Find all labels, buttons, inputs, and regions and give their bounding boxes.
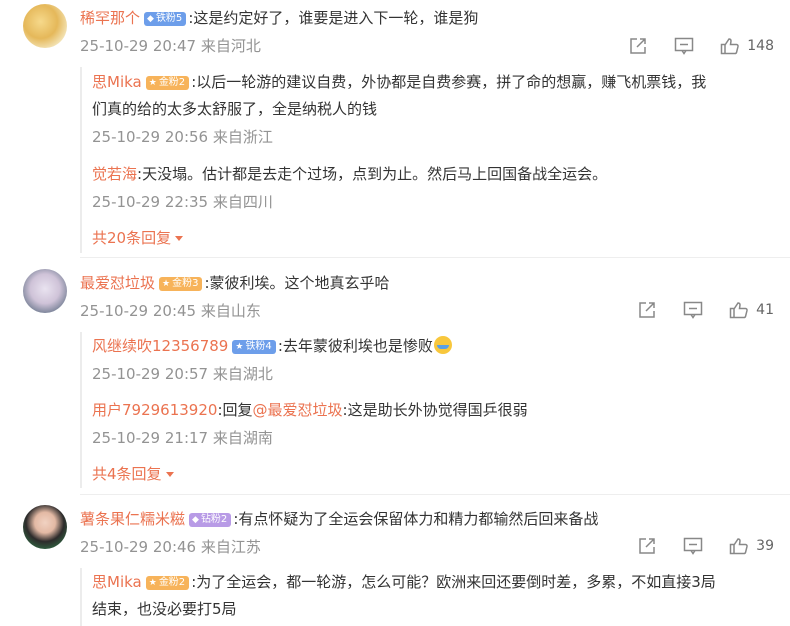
more-replies-link[interactable]: 共4条回复	[92, 464, 174, 484]
reply-user[interactable]: 思Mika	[92, 573, 142, 591]
fan-badge: ★ 金粉2	[145, 576, 190, 590]
reply-time: 25-10-29 22:35 来自四川	[92, 193, 273, 211]
reply-user[interactable]: 思Mika	[92, 73, 142, 91]
fan-badge: ★ 金粉3	[159, 277, 203, 291]
like-count: 41	[756, 302, 774, 318]
mention-link[interactable]: @最爱怼垃圾	[253, 401, 343, 419]
reply-prefix: :回复	[217, 401, 253, 419]
laugh-cry-emoji-icon	[433, 336, 452, 354]
divider	[80, 257, 790, 258]
comment-user[interactable]: 最爱怼垃圾	[80, 274, 155, 292]
like-icon[interactable]	[728, 300, 750, 320]
chevron-down-icon	[175, 236, 184, 241]
reply-time: 25-10-29 20:57 来自湖北	[92, 365, 273, 383]
comment-time: 25-10-29 20:45 来自山东	[80, 302, 261, 320]
comment-actions: 39	[612, 536, 774, 556]
reply-text: :天没塌。估计都是去走个过场，点到为止。然后马上回国备战全运会。	[137, 165, 608, 183]
comment-time: 25-10-29 20:47 来自河北	[80, 37, 261, 55]
share-icon[interactable]	[636, 300, 658, 320]
reply-user[interactable]: 风继续吹12356789	[92, 337, 228, 355]
reply-time: 25-10-29 20:56 来自浙江	[92, 128, 273, 146]
reply-text: :为了全运会，都一轮游，怎么可能？欧洲来回还要倒时差，多累，不如直接3局	[191, 573, 716, 591]
share-icon[interactable]	[627, 36, 649, 56]
comment-user[interactable]: 薯条果仁糯米糍	[80, 510, 185, 528]
reply-list	[80, 67, 790, 253]
reply-text-continued: 结束，也没必要打5局	[92, 600, 237, 618]
reply-time: 25-10-29 21:17 来自湖南	[92, 429, 273, 447]
comment-text: :这是约定好了，谁要是进入下一轮，谁是狗	[188, 9, 479, 27]
reply-text: :这是助长外协觉得国乒很弱	[342, 401, 528, 419]
reply-user[interactable]: 用户7929613920	[92, 401, 217, 419]
fan-badge: ◆ 铁粉5	[144, 12, 187, 26]
like-count: 39	[756, 538, 774, 554]
comment-icon[interactable]	[682, 536, 704, 556]
comment-time: 25-10-29 20:46 来自江苏	[80, 538, 261, 556]
chevron-down-icon	[165, 472, 174, 477]
share-icon[interactable]	[636, 536, 658, 556]
like-count: 148	[747, 38, 774, 54]
comment-actions: 148	[603, 36, 774, 56]
comment-icon[interactable]	[682, 300, 704, 320]
comment-icon[interactable]	[673, 36, 695, 56]
divider	[80, 494, 790, 495]
fan-badge: ★ 金粉2	[145, 76, 190, 90]
comment-text: :有点怀疑为了全运会保留体力和精力都输然后回来备战	[233, 510, 599, 528]
comment-actions: 41	[612, 300, 774, 320]
like-icon[interactable]	[728, 536, 750, 556]
like-icon[interactable]	[719, 36, 741, 56]
avatar[interactable]	[23, 505, 67, 549]
reply-text: :以后一轮游的建议自费，外协都是自费参赛，拼了命的想赢，赚飞机票钱，我	[191, 73, 707, 91]
fan-badge: ★ 铁粉4	[232, 340, 276, 354]
avatar[interactable]	[23, 4, 67, 48]
comment-text: :蒙彼利埃。这个地真玄乎哈	[204, 274, 390, 292]
reply-user[interactable]: 觉若海	[92, 165, 137, 183]
comment-user[interactable]: 稀罕那个	[80, 9, 140, 27]
avatar[interactable]	[23, 269, 67, 313]
fan-badge: ◆ 钻粉2	[189, 513, 232, 527]
reply-text-continued: 们真的给的太多太舒服了，全是纳税人的钱	[92, 100, 378, 118]
reply-text: :去年蒙彼利埃也是惨败	[277, 337, 433, 355]
more-replies-link[interactable]: 共20条回复	[92, 228, 184, 248]
